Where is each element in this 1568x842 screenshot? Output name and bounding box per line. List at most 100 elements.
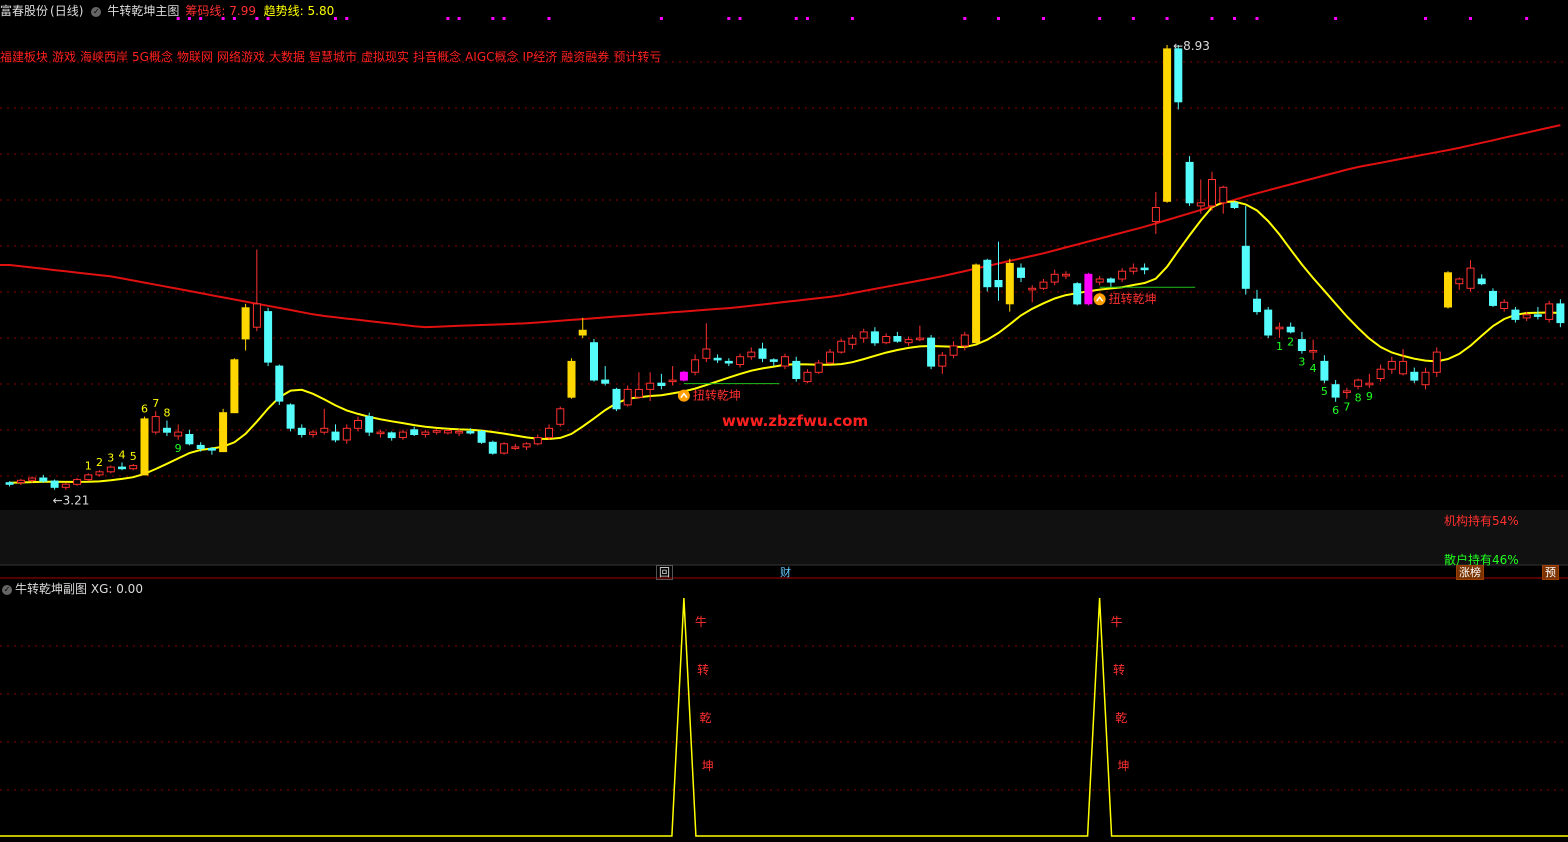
candle-body[interactable] <box>309 431 317 435</box>
candle-body[interactable] <box>1342 390 1351 393</box>
candle-body[interactable] <box>488 441 497 454</box>
candle-body[interactable] <box>264 311 273 363</box>
candle-body[interactable] <box>556 408 565 425</box>
candle-body[interactable] <box>702 348 711 359</box>
candle-body[interactable] <box>387 432 396 439</box>
candle-body[interactable] <box>1309 350 1318 353</box>
candle-body[interactable] <box>668 379 677 383</box>
candle-body[interactable] <box>1500 301 1509 309</box>
indicator-toggle-icon[interactable]: ✓ <box>91 6 102 17</box>
candle-body[interactable] <box>960 334 969 347</box>
concept-tag[interactable]: 海峡西岸 <box>80 50 128 64</box>
candle-body[interactable] <box>129 465 138 470</box>
candle-body[interactable] <box>398 431 407 439</box>
candle-body[interactable] <box>421 431 430 435</box>
candle-body[interactable] <box>612 388 621 410</box>
candle-body[interactable] <box>972 264 981 344</box>
candle-body[interactable] <box>163 427 171 433</box>
candle-body[interactable] <box>747 351 756 358</box>
candle-body[interactable] <box>1331 384 1340 398</box>
candle-body[interactable] <box>1354 379 1363 387</box>
candle-body[interactable] <box>994 280 1003 288</box>
candle-body[interactable] <box>646 382 655 390</box>
candle-body[interactable] <box>16 479 25 484</box>
candle-body[interactable] <box>814 362 823 373</box>
candle-body[interactable] <box>1151 207 1160 222</box>
candle-body[interactable] <box>927 337 936 367</box>
candle-body[interactable] <box>1084 273 1093 305</box>
candle-body[interactable] <box>365 416 374 433</box>
candle-body[interactable] <box>28 477 37 481</box>
candle-body[interactable] <box>1050 273 1059 283</box>
candle-body[interactable] <box>1545 303 1554 320</box>
candle-body[interactable] <box>61 483 70 488</box>
candle-body[interactable] <box>1387 360 1396 370</box>
candle-body[interactable] <box>713 357 722 361</box>
candle-body[interactable] <box>915 337 924 341</box>
candle-body[interactable] <box>241 307 250 340</box>
candle-body[interactable] <box>1511 309 1520 320</box>
candle-body[interactable] <box>679 371 688 381</box>
concept-tag[interactable]: 预计转亏 <box>613 50 661 64</box>
candle-body[interactable] <box>39 477 48 482</box>
candle-body[interactable] <box>5 482 14 485</box>
candle-body[interactable] <box>174 431 183 437</box>
candle-body[interactable] <box>601 379 610 384</box>
candle-body[interactable] <box>859 331 868 339</box>
candle-body[interactable] <box>1444 272 1452 308</box>
candle-body[interactable] <box>151 416 160 433</box>
candle-body[interactable] <box>623 388 632 406</box>
candle-body[interactable] <box>1477 278 1486 285</box>
candle-body[interactable] <box>1264 309 1273 336</box>
candle-body[interactable] <box>691 359 700 373</box>
candle-body[interactable] <box>1095 278 1104 283</box>
candle-body[interactable] <box>1062 273 1070 277</box>
rank-button[interactable]: 涨榜 <box>1456 565 1484 580</box>
candle-body[interactable] <box>1208 179 1216 207</box>
candle-body[interactable] <box>792 360 801 379</box>
candle-body[interactable] <box>207 448 216 451</box>
candle-body[interactable] <box>1421 371 1430 386</box>
forecast-button[interactable]: 预 <box>1542 565 1559 580</box>
candle-body[interactable] <box>781 356 789 367</box>
sub-indicator-name[interactable]: 牛转乾坤副图 <box>15 582 87 596</box>
candle-body[interactable] <box>511 446 520 449</box>
candle-body[interactable] <box>185 434 194 445</box>
candle-body[interactable] <box>904 339 913 344</box>
concept-tag[interactable]: IP经济 <box>523 50 558 64</box>
candle-body[interactable] <box>1320 360 1329 381</box>
candle-body[interactable] <box>736 356 745 366</box>
candle-body[interactable] <box>297 427 306 435</box>
candle-body[interactable] <box>983 259 992 288</box>
sub-indicator-toggle-icon[interactable]: ✓ <box>2 584 12 595</box>
candle-body[interactable] <box>320 427 329 433</box>
kline-chart[interactable]: 1 2 3 4 56 7891 23 456 78 9←8.93←3.21扭转乾坤扭转乾坤www.… <box>0 0 1568 842</box>
candle-body[interactable] <box>1106 278 1115 283</box>
candle-body[interactable] <box>567 360 576 398</box>
candle-body[interactable] <box>73 479 82 485</box>
concept-tag[interactable]: 虚拟现实 <box>361 50 409 64</box>
candle-body[interactable] <box>50 480 59 488</box>
candle-body[interactable] <box>500 443 509 454</box>
candle-body[interactable] <box>432 430 441 433</box>
candle-body[interactable] <box>724 360 733 364</box>
candle-body[interactable] <box>1286 326 1295 333</box>
candle-body[interactable] <box>1376 368 1385 380</box>
candle-body[interactable] <box>1455 278 1464 285</box>
candle-body[interactable] <box>1410 371 1419 381</box>
stock-name[interactable]: 富春股份 <box>0 4 48 18</box>
candle-body[interactable] <box>1174 48 1183 103</box>
candle-body[interactable] <box>578 329 587 336</box>
candle-body[interactable] <box>1365 382 1374 386</box>
finance-button[interactable]: 财 <box>777 565 794 580</box>
candle-body[interactable] <box>1399 360 1408 375</box>
candle-body[interactable] <box>657 382 666 387</box>
candle-body[interactable] <box>455 430 464 434</box>
candle-body[interactable] <box>342 427 351 441</box>
candle-body[interactable] <box>1017 267 1025 278</box>
candle-body[interactable] <box>410 429 419 435</box>
candle-body[interactable] <box>443 430 452 434</box>
candle-body[interactable] <box>837 340 846 353</box>
indicator-name[interactable]: 牛转乾坤主图 <box>107 4 179 18</box>
candle-body[interactable] <box>466 430 475 434</box>
